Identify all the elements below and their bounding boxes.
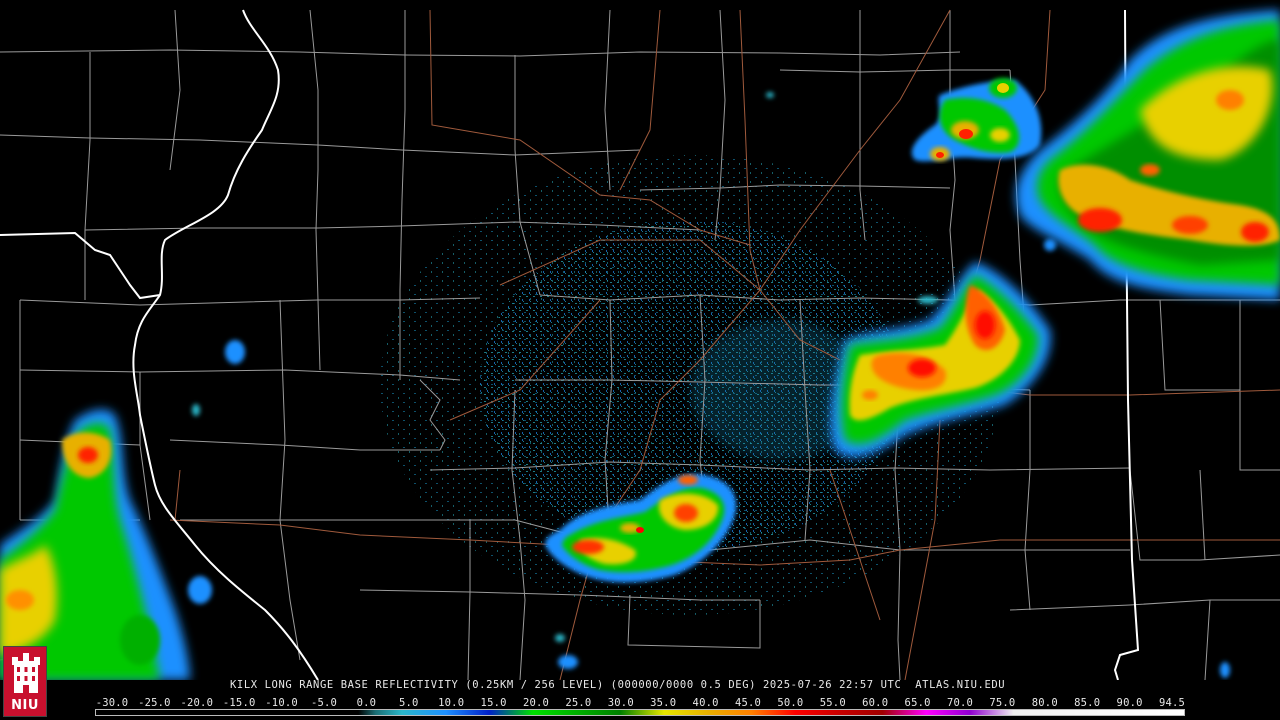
legend-label: 65.0 xyxy=(904,697,931,709)
legend-label: -10.0 xyxy=(265,697,298,709)
legend-label: 75.0 xyxy=(989,697,1016,709)
legend-label: 30.0 xyxy=(607,697,634,709)
storm-cell-southwest xyxy=(0,409,190,680)
legend-label: 55.0 xyxy=(819,697,846,709)
niu-logo: NIU xyxy=(3,646,47,717)
legend-label: 25.0 xyxy=(565,697,592,709)
legend-label: 20.0 xyxy=(522,697,550,709)
station-id: KILX xyxy=(230,679,258,691)
timestamp: 2025-07-26 22:57 UTC xyxy=(762,679,902,691)
source-url: ATLAS.NIU.EDU xyxy=(915,679,1006,691)
legend-label: -30.0 xyxy=(95,697,129,709)
storm-cell-northeast xyxy=(1016,10,1280,300)
storm-cell-north xyxy=(911,78,1042,162)
legend-label: 5.0 xyxy=(399,697,419,709)
legend-label: -5.0 xyxy=(310,697,338,709)
legend-label: 60.0 xyxy=(862,697,889,709)
legend-label: 15.0 xyxy=(480,697,507,709)
legend-label: -20.0 xyxy=(180,697,214,709)
legend-label: 94.5 xyxy=(1158,697,1186,709)
legend-label: 35.0 xyxy=(650,697,677,709)
legend-color-bar xyxy=(95,709,1185,716)
logo-text: NIU xyxy=(11,698,39,713)
legend-label: 90.0 xyxy=(1116,697,1143,709)
legend-label: -25.0 xyxy=(138,697,171,709)
legend-labels: -30.0 -25.0 -20.0 -15.0 -10.0 -5.0 0.0 5.0 10.0 1… xyxy=(92,697,1192,709)
legend-label: 50.0 xyxy=(777,697,804,709)
legend-label: 80.0 xyxy=(1031,697,1058,709)
product-caption: KILX LONG RANGE BASE REFLECTIVITY (0.25K… xyxy=(230,678,1005,692)
legend-label: 40.0 xyxy=(692,697,719,709)
legend-label: 85.0 xyxy=(1074,697,1101,709)
product-name: LONG RANGE BASE REFLECTIVITY (0.25KM / 2… xyxy=(264,679,757,691)
legend-label: 70.0 xyxy=(946,697,974,709)
legend-label: 45.0 xyxy=(734,697,762,709)
castle-icon xyxy=(12,653,40,693)
radar-map xyxy=(0,9,1280,680)
legend-label: 10.0 xyxy=(438,697,465,709)
legend-label: -15.0 xyxy=(222,697,256,709)
legend-label: 0.0 xyxy=(356,697,377,709)
